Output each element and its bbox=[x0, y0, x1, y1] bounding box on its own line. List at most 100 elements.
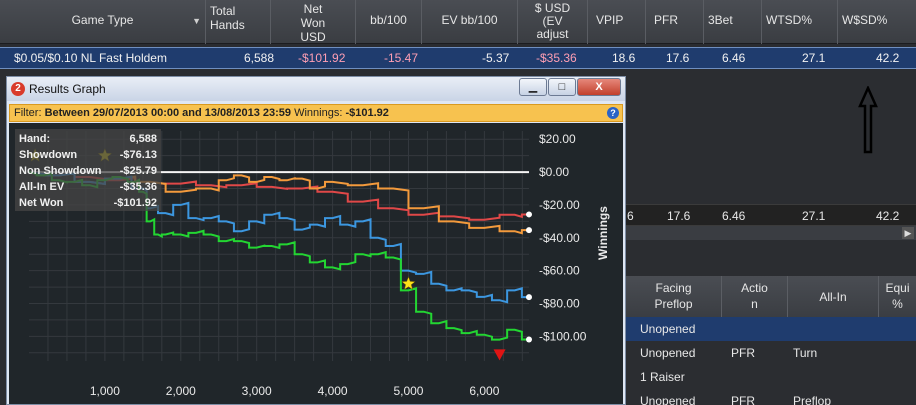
stat-row: Net Won -$101.92 bbox=[19, 197, 157, 213]
y-tick-label: -$60.00 bbox=[539, 264, 580, 278]
cell-net-won: -$101.92 bbox=[298, 51, 346, 65]
stats-grid-header: Game Type ▼ Total Hands Net Won USD bb/1… bbox=[0, 0, 916, 44]
y-tick-label: -$40.00 bbox=[539, 231, 580, 245]
window-titlebar[interactable]: 2 Results Graph ▁ □ X bbox=[7, 77, 625, 101]
stats-row-summary[interactable]: 6 17.6 6.46 27.1 42.2 bbox=[625, 204, 916, 226]
series-end-point bbox=[526, 227, 532, 234]
col-equity[interactable]: Equi % bbox=[878, 276, 916, 318]
maximize-button[interactable]: □ bbox=[548, 78, 576, 96]
col-net-won[interactable]: Net Won USD bbox=[271, 0, 356, 44]
cell-pfr-2: 17.6 bbox=[667, 209, 691, 223]
stats-row-selected[interactable]: $0.05/$0.10 NL Fast Holdem 6,588 -$101.9… bbox=[0, 47, 916, 69]
cell-bb100: -15.47 bbox=[384, 51, 419, 65]
stat-label: Showdown bbox=[19, 149, 78, 161]
window-title: Results Graph bbox=[29, 82, 106, 96]
cell-ev-bb100: -5.37 bbox=[482, 51, 510, 65]
cell-usd-ev: -$35.36 bbox=[536, 51, 577, 65]
cell-partial: 6 bbox=[627, 209, 634, 223]
col-total-hands[interactable]: Total Hands bbox=[206, 0, 271, 44]
stat-row: Non Showdown -$25.79 bbox=[19, 165, 157, 181]
x-tick-label: 4,000 bbox=[318, 384, 348, 398]
hands-table-row[interactable]: 1 Raiser bbox=[625, 365, 916, 389]
stat-value: -$76.13 bbox=[119, 149, 157, 161]
x-tick-label: 2,000 bbox=[166, 384, 196, 398]
y-tick-label: $0.00 bbox=[539, 165, 569, 179]
cell-wssd: 42.2 bbox=[876, 51, 900, 65]
winnings-value: -$101.92 bbox=[345, 107, 389, 119]
cell-facing: 1 Raiser bbox=[640, 370, 685, 384]
results-graph[interactable]: $20.00 $0.00 -$20.00 -$40.00 -$60.00 -$80.00 -… bbox=[9, 123, 623, 404]
cell-wtsd-2: 27.1 bbox=[802, 209, 826, 223]
cell-game-type: $0.05/$0.10 NL Fast Holdem bbox=[14, 51, 167, 65]
x-tick-label: 1,000 bbox=[90, 384, 120, 398]
cell-total-hands: 6,588 bbox=[244, 51, 275, 65]
scroll-right-icon[interactable]: ▶ bbox=[902, 227, 914, 239]
stat-row: Showdown -$76.13 bbox=[19, 149, 157, 165]
col-action[interactable]: Actio n bbox=[721, 276, 787, 318]
cell-all-in: Preflop bbox=[793, 394, 832, 405]
cell-wssd-2: 42.2 bbox=[876, 209, 900, 223]
sort-down-icon[interactable]: ▼ bbox=[192, 14, 201, 28]
cell-all-in: Turn bbox=[793, 346, 818, 360]
cell-facing: Unopened bbox=[640, 346, 696, 360]
col-facing-preflop[interactable]: Facing Preflop bbox=[625, 276, 721, 318]
stat-row: Hand: 6,588 bbox=[19, 133, 157, 149]
cell-action: PFR bbox=[731, 346, 755, 360]
up-arrow-icon bbox=[858, 86, 878, 154]
col-all-in[interactable]: All-In bbox=[787, 276, 878, 318]
stat-label: All-In EV bbox=[19, 181, 65, 193]
graph-stats-box: Hand: 6,588 Showdown -$76.13 Non Showdown -… bbox=[15, 129, 161, 211]
y-axis-label: Winnings bbox=[596, 206, 610, 260]
series-end-point bbox=[526, 336, 532, 343]
col-game-type[interactable]: Game Type ▼ bbox=[0, 0, 206, 44]
stat-value: 6,588 bbox=[129, 133, 157, 145]
x-tick-label: 5,000 bbox=[393, 384, 423, 398]
x-tick-label: 6,000 bbox=[469, 384, 499, 398]
stat-value: -$25.79 bbox=[119, 165, 157, 177]
stat-label: Hand: bbox=[19, 133, 51, 145]
close-button[interactable]: X bbox=[577, 78, 621, 96]
col-pfr[interactable]: PFR bbox=[646, 0, 704, 44]
col-ev-bb100[interactable]: EV bb/100 bbox=[422, 0, 518, 44]
cell-vpip: 18.6 bbox=[612, 51, 636, 65]
hands-table-row[interactable]: Unopened PFR Preflop bbox=[625, 389, 916, 405]
x-tick-label: 3,000 bbox=[242, 384, 272, 398]
winnings-label: Winnings: bbox=[294, 107, 343, 119]
col-bb100[interactable]: bb/100 bbox=[356, 0, 422, 44]
cell-3bet-2: 6.46 bbox=[722, 209, 746, 223]
hands-table-row[interactable]: Unopened bbox=[625, 317, 916, 341]
col-wssd[interactable]: W$SD% bbox=[838, 0, 916, 44]
col-wtsd[interactable]: WTSD% bbox=[762, 0, 838, 44]
horizontal-scrollbar[interactable]: ▶ bbox=[625, 226, 916, 240]
y-tick-label: -$100.00 bbox=[539, 329, 587, 343]
col-3bet[interactable]: 3Bet bbox=[704, 0, 762, 44]
col-usd-ev-adjust[interactable]: $ USD (EV adjust bbox=[518, 0, 588, 44]
minimize-button[interactable]: ▁ bbox=[519, 78, 547, 96]
col-vpip[interactable]: VPIP bbox=[588, 0, 646, 44]
hands-table-row[interactable]: Unopened PFR Turn bbox=[625, 341, 916, 365]
results-graph-window[interactable]: 2 Results Graph ▁ □ X Filter: Between 29… bbox=[6, 76, 626, 405]
stat-label: Non Showdown bbox=[19, 165, 102, 177]
stat-value: -$101.92 bbox=[113, 197, 157, 209]
filter-bar: Filter: Between 29/07/2013 00:00 and 13/… bbox=[9, 104, 623, 122]
cell-pfr: 17.6 bbox=[666, 51, 690, 65]
col-game-type-label: Game Type bbox=[71, 13, 134, 27]
hands-table-header: Facing Preflop Actio n All-In Equi % bbox=[625, 276, 916, 318]
cell-3bet: 6.46 bbox=[722, 51, 746, 65]
y-tick-label: $20.00 bbox=[539, 132, 576, 146]
y-tick-label: -$20.00 bbox=[539, 198, 580, 212]
app-logo-icon: 2 bbox=[11, 82, 25, 96]
cell-facing: Unopened bbox=[640, 394, 696, 405]
stat-value: -$35.36 bbox=[119, 181, 157, 193]
series-end-point bbox=[526, 211, 532, 218]
stat-row: All-In EV -$35.36 bbox=[19, 181, 157, 197]
help-icon[interactable]: ? bbox=[607, 107, 619, 119]
cell-facing: Unopened bbox=[640, 322, 696, 336]
filter-label: Filter: bbox=[14, 107, 42, 119]
filter-dates: Between 29/07/2013 00:00 and 13/08/2013 … bbox=[44, 107, 292, 119]
cell-action: PFR bbox=[731, 394, 755, 405]
series-end-point bbox=[526, 294, 532, 301]
y-tick-label: -$80.00 bbox=[539, 297, 580, 311]
cell-wtsd: 27.1 bbox=[802, 51, 826, 65]
stat-label: Net Won bbox=[19, 197, 64, 209]
